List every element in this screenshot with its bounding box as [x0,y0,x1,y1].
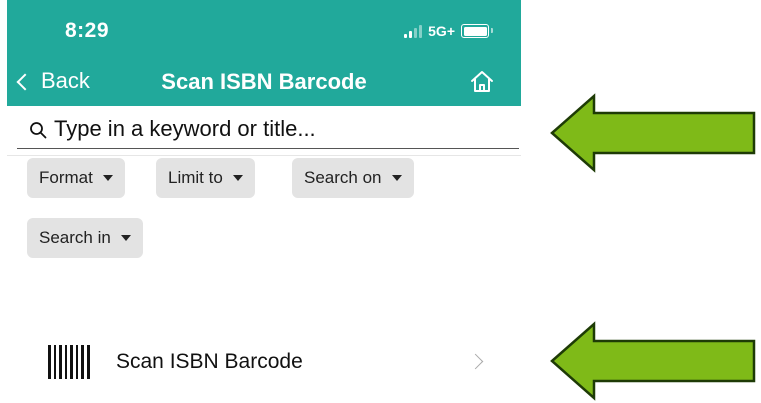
search-on-filter-button[interactable]: Search on [292,158,414,198]
limit-to-filter-label: Limit to [168,168,223,187]
search-in-filter-label: Search in [39,228,111,247]
status-time: 8:29 [65,19,110,42]
caret-down-icon [120,235,131,241]
divider [7,155,521,156]
status-indicators: 5G+ [404,23,493,39]
battery-icon [461,24,493,38]
caret-down-icon [232,175,243,181]
limit-to-filter-button[interactable]: Limit to [156,158,255,198]
signal-icon [404,24,423,38]
status-bar: 8:29 5G+ [7,0,521,58]
barcode-icon [48,345,90,379]
green-arrow-left-icon [550,93,756,173]
page-title: Scan ISBN Barcode [161,69,367,94]
caret-down-icon [102,175,113,181]
search-bar [17,106,519,149]
chevron-right-icon [467,353,484,370]
nav-bar: Back Scan ISBN Barcode [7,58,521,106]
phone-screen: 8:29 5G+ Back Scan ISBN Barcode Format [7,0,521,403]
search-in-filter-button[interactable]: Search in [27,218,143,258]
search-input[interactable] [54,114,494,144]
caret-down-icon [391,175,402,181]
network-type: 5G+ [428,23,455,39]
search-on-filter-label: Search on [304,168,382,187]
green-arrow-left-icon [550,321,756,401]
home-icon[interactable] [467,67,497,97]
format-filter-button[interactable]: Format [27,158,125,198]
scan-isbn-label: Scan ISBN Barcode [116,350,303,373]
format-filter-label: Format [39,168,93,187]
scan-isbn-row[interactable]: Scan ISBN Barcode [7,334,521,390]
search-icon [30,122,47,139]
